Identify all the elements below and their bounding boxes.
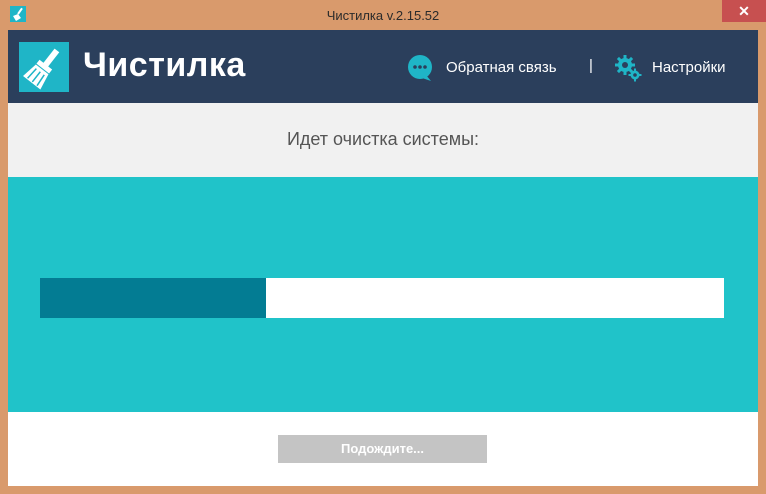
app-name: Чистилка <box>83 46 246 84</box>
app-header: Чистилка Обратная связь | Настройки <box>8 30 758 103</box>
client-area: Чистилка Обратная связь | Настройки Идет… <box>8 30 758 486</box>
close-icon: ✕ <box>738 3 750 19</box>
progress-bar-fill <box>40 278 266 318</box>
window-title: Чистилка v.2.15.52 <box>326 8 440 23</box>
settings-label: Настройки <box>652 59 726 76</box>
footer: Подождите... <box>8 412 758 486</box>
status-text: Идет очистка системы: <box>286 129 480 149</box>
feedback-label: Обратная связь <box>446 59 557 76</box>
wait-button[interactable]: Подождите... <box>278 435 487 463</box>
app-window: Чистилка v.2.15.52 ✕ Чистилка Обратная с… <box>0 0 766 494</box>
close-button[interactable]: ✕ <box>722 0 766 22</box>
status-section: Идет очистка системы: <box>8 103 758 177</box>
gears-icon <box>614 54 642 82</box>
title-bar[interactable]: Чистилка v.2.15.52 ✕ <box>0 0 766 30</box>
progress-section <box>8 177 758 412</box>
broom-icon <box>19 42 69 92</box>
nav-separator: | <box>589 57 593 74</box>
chat-bubble-icon <box>406 54 434 82</box>
progress-bar <box>40 278 724 318</box>
